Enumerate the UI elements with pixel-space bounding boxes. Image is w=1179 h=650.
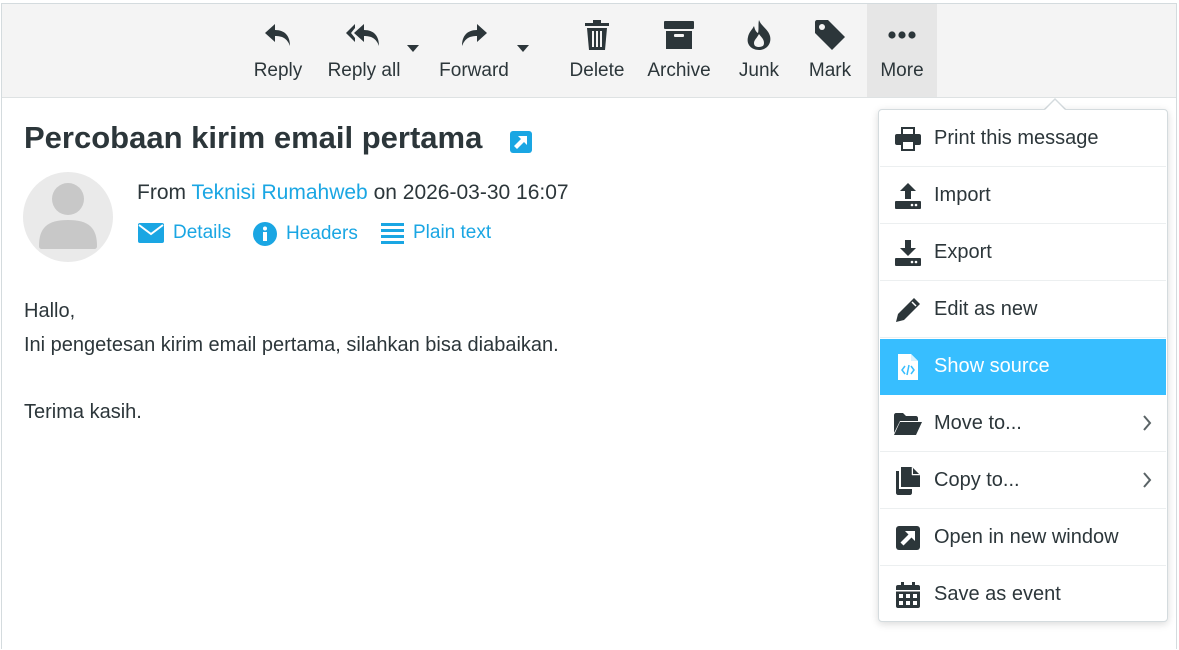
menu-item-label: Import — [934, 184, 991, 206]
align-justify-icon — [381, 223, 404, 244]
menu-item-print[interactable]: Print this message — [880, 111, 1166, 167]
forward-label: Forward — [439, 60, 509, 81]
message-subject: Percobaan kirim email pertama — [24, 120, 483, 155]
menu-item-copy-to[interactable]: Copy to... — [880, 453, 1166, 509]
popup-arrow-inner — [1044, 100, 1066, 111]
reply-label: Reply — [253, 60, 303, 81]
from-line: From Teknisi Rumahweb on 2026-03-30 16:0… — [137, 181, 569, 205]
menu-item-label: Copy to... — [934, 469, 1020, 491]
more-menu-popup: Print this message Import Export Edit as… — [878, 109, 1168, 622]
menu-item-label: Print this message — [934, 127, 1099, 149]
tag-icon — [799, 18, 861, 52]
upload-icon — [894, 182, 922, 210]
chevron-right-icon — [1143, 415, 1152, 431]
more-label: More — [880, 60, 924, 81]
sender-avatar — [23, 172, 113, 262]
body-line-4: Terima kasih. — [24, 401, 142, 423]
delete-label: Delete — [569, 60, 625, 81]
more-dots-icon — [867, 18, 937, 52]
forward-dropdown[interactable] — [515, 42, 531, 54]
message-toolbar: Reply Reply all Forward Delete Archive J… — [2, 4, 1176, 98]
copy-icon — [894, 467, 922, 495]
download-icon — [894, 239, 922, 267]
menu-item-export[interactable]: Export — [880, 225, 1166, 281]
headers-link[interactable]: Headers — [253, 222, 358, 246]
code-file-icon — [894, 353, 922, 381]
reply-all-button[interactable]: Reply all — [320, 4, 408, 97]
user-silhouette-icon — [39, 183, 97, 249]
body-line-1: Hallo, — [24, 300, 76, 322]
mark-button[interactable]: Mark — [799, 4, 861, 97]
menu-item-label: Save as event — [934, 583, 1061, 605]
reply-all-label: Reply all — [327, 60, 401, 81]
printer-icon — [894, 125, 922, 153]
chevron-right-icon — [1143, 472, 1152, 488]
forward-button[interactable]: Forward — [432, 4, 516, 97]
menu-item-show-source[interactable]: Show source — [880, 339, 1166, 395]
reply-all-dropdown[interactable] — [405, 42, 421, 54]
junk-label: Junk — [738, 60, 780, 81]
junk-button[interactable]: Junk — [729, 4, 789, 97]
menu-item-open-new-window[interactable]: Open in new window — [880, 510, 1166, 566]
plain-text-label: Plain text — [413, 222, 492, 243]
menu-item-import[interactable]: Import — [880, 168, 1166, 224]
menu-item-label: Show source — [934, 355, 1050, 377]
menu-item-label: Export — [934, 241, 992, 263]
archive-box-icon — [640, 18, 718, 52]
from-prefix: From — [137, 181, 186, 204]
delete-button[interactable]: Delete — [565, 4, 629, 97]
archive-label: Archive — [647, 60, 711, 81]
menu-item-edit-as-new[interactable]: Edit as new — [880, 282, 1166, 338]
details-label: Details — [173, 222, 232, 243]
menu-item-move-to[interactable]: Move to... — [880, 396, 1166, 452]
reply-button[interactable]: Reply — [246, 4, 310, 97]
more-button[interactable]: More — [867, 4, 937, 97]
envelope-icon — [138, 223, 164, 243]
body-line-2: Ini pengetesan kirim email pertama, sila… — [24, 334, 559, 356]
info-circle-icon — [253, 222, 277, 246]
forward-icon — [432, 18, 516, 52]
mark-label: Mark — [808, 60, 852, 81]
sender-name-link[interactable]: Teknisi Rumahweb — [191, 181, 367, 204]
external-window-icon — [894, 524, 922, 552]
menu-item-label: Open in new window — [934, 526, 1119, 548]
caret-down-icon — [517, 44, 529, 52]
headers-label: Headers — [286, 223, 358, 244]
caret-down-icon — [407, 44, 419, 52]
menu-item-save-as-event[interactable]: Save as event — [880, 567, 1166, 623]
folder-open-icon — [894, 410, 922, 438]
on-text: on — [373, 181, 397, 204]
trash-icon — [565, 18, 629, 52]
archive-button[interactable]: Archive — [640, 4, 718, 97]
open-external-icon[interactable] — [510, 131, 532, 153]
pencil-icon — [894, 296, 922, 324]
menu-item-label: Move to... — [934, 412, 1022, 434]
details-link[interactable]: Details — [138, 222, 231, 244]
message-date: 2026-03-30 16:07 — [402, 181, 569, 204]
reply-icon — [246, 18, 310, 52]
calendar-icon — [894, 581, 922, 609]
reply-all-icon — [320, 18, 408, 52]
menu-item-label: Edit as new — [934, 298, 1038, 320]
plain-text-link[interactable]: Plain text — [381, 222, 491, 244]
fire-icon — [729, 18, 789, 52]
